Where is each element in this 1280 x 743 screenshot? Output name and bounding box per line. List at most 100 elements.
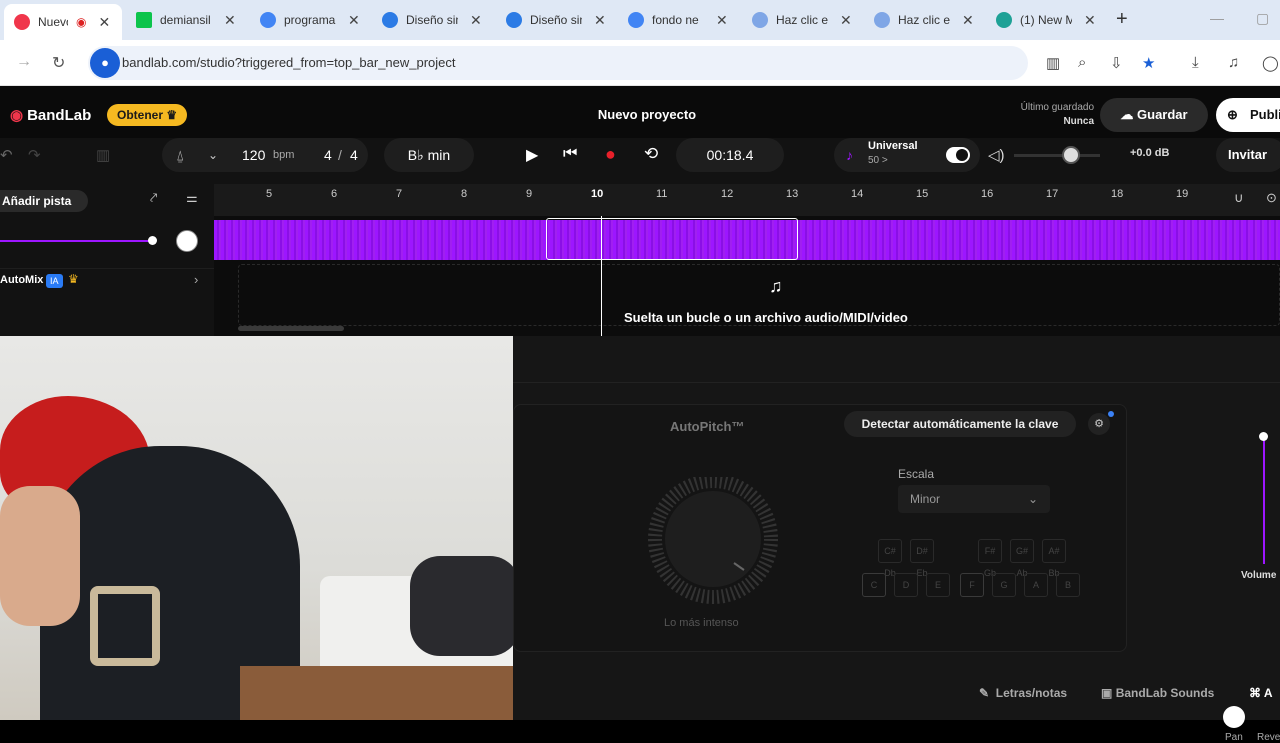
reading-mode-icon[interactable]: ▥ (1046, 54, 1060, 72)
track-volume-handle[interactable] (148, 236, 157, 245)
fx-volume-slider[interactable] (1263, 436, 1265, 564)
close-icon[interactable]: ✕ (224, 12, 236, 29)
master-volume-handle[interactable] (1062, 146, 1080, 164)
key-a[interactable]: A (1024, 573, 1048, 597)
preset-toggle[interactable] (946, 147, 970, 163)
tab-6[interactable]: Haz clic e ✕ (752, 6, 852, 34)
sounds-label: BandLab Sounds (1115, 686, 1215, 700)
ruler-bar: 12 (721, 188, 734, 200)
track-volume-slider[interactable] (0, 240, 152, 242)
install-icon[interactable]: ⇩ (1110, 54, 1123, 72)
letras-button[interactable]: ✎ Letras/notas (979, 686, 1067, 700)
play-icon[interactable]: ▶ (526, 145, 538, 165)
new-tab-icon[interactable]: + (1116, 8, 1128, 31)
maximize-icon[interactable]: ▢ (1256, 10, 1269, 27)
reload-icon[interactable]: ↻ (52, 53, 65, 73)
picsart-favicon-icon (996, 12, 1012, 28)
close-icon[interactable]: ✕ (98, 14, 110, 31)
invitar-button[interactable]: Invitar (1216, 138, 1280, 172)
intensity-knob[interactable] (638, 477, 788, 607)
automation-icon[interactable]: ⤤ (150, 190, 157, 206)
master-volume-slider[interactable] (1014, 154, 1100, 157)
undo-icon[interactable]: ↶ (0, 146, 13, 164)
anadir-pista-button[interactable]: Añadir pista (0, 190, 88, 212)
tab-2[interactable]: programa ✕ (260, 6, 360, 34)
publicar-button[interactable]: ⊕ Publi (1216, 98, 1280, 132)
selection-box[interactable] (546, 218, 798, 260)
bookmark-star-icon[interactable]: ★ (1142, 54, 1155, 72)
timeline-scrollbar[interactable] (238, 326, 344, 331)
tempo-value[interactable]: 120 (242, 138, 265, 172)
close-icon[interactable]: ✕ (716, 12, 728, 29)
divider (0, 268, 214, 269)
autopitch-card: AutoPitch™ Detectar automáticamente la c… (513, 404, 1127, 652)
guardar-button[interactable]: ☁ Guardar (1100, 98, 1208, 132)
key-a-sharp[interactable]: A# Bb (1042, 539, 1066, 578)
tab-1[interactable]: demiansil ✕ (136, 6, 236, 34)
key-c-sharp[interactable]: C# Db (878, 539, 902, 578)
skip-back-icon[interactable]: ⏮ (563, 145, 577, 163)
escala-dropdown[interactable]: Minor ⌄ (898, 485, 1050, 513)
profile-icon[interactable]: ◯ (1262, 54, 1279, 72)
automix-label[interactable]: AutoMix (0, 274, 43, 286)
magnet-icon[interactable]: ∪ (1234, 190, 1244, 206)
chevron-down-icon[interactable]: ⌄ (208, 138, 218, 172)
fx-volume-handle[interactable] (1259, 432, 1268, 441)
loop-icon[interactable]: ⟲ (644, 144, 658, 164)
key-f-sharp[interactable]: F# Gb (978, 539, 1002, 578)
close-icon[interactable]: ✕ (348, 12, 360, 29)
letras-label: Letras/notas (995, 686, 1068, 700)
record-icon[interactable]: ● (605, 144, 616, 165)
key-e[interactable]: E (926, 573, 950, 597)
track-pan-knob[interactable] (176, 230, 198, 252)
zoom-icon[interactable]: ⌕ (1078, 54, 1086, 71)
timeline-ruler[interactable]: Añadir pista ⤤ ⚌ 5 6 7 8 9 10 11 12 13 1… (0, 184, 1280, 216)
close-icon[interactable]: ✕ (470, 12, 482, 29)
command-button[interactable]: ⌘ A (1249, 686, 1273, 700)
cloud-upload-icon: ☁ (1120, 107, 1134, 122)
ruler-bar: 5 (266, 188, 273, 200)
metronome-icon[interactable]: ⍙ (176, 138, 184, 172)
settings-sliders-icon[interactable]: ⚌ (186, 190, 198, 206)
media-control-icon[interactable]: ♫ (1228, 54, 1239, 71)
tab-0[interactable]: Nuevo ◉ ✕ (4, 4, 122, 40)
minimize-icon[interactable]: — (1210, 10, 1224, 26)
key-d[interactable]: D (894, 573, 918, 597)
key-f[interactable]: F (960, 573, 984, 597)
chevron-right-icon[interactable]: › (194, 272, 198, 287)
microphone-icon[interactable]: ● (90, 48, 120, 78)
tab-5[interactable]: fondo ne ✕ (628, 6, 728, 34)
tab-3[interactable]: Diseño sin ✕ (382, 6, 482, 34)
tab-4[interactable]: Diseño sin ✕ (506, 6, 606, 34)
detect-key-button[interactable]: Detectar automáticamente la clave (844, 411, 1076, 437)
redo-icon[interactable]: ↷ (28, 146, 41, 164)
sliders-icon[interactable]: ⚙ (1088, 413, 1110, 435)
signature-numerator[interactable]: 4 (324, 138, 332, 172)
preset-selector[interactable]: ♪ Universal 50 > (834, 138, 980, 172)
key-g-sharp[interactable]: G# Ab (1010, 539, 1034, 578)
omnibox[interactable]: ● bandlab.com/studio?triggered_from=top_… (88, 46, 1028, 80)
download-icon[interactable]: ⤓ (1192, 54, 1199, 71)
key-b[interactable]: B (1056, 573, 1080, 597)
key-d-sharp[interactable]: D# Eb (910, 539, 934, 578)
hoodie-print (90, 586, 160, 666)
tab-7[interactable]: Haz clic e ✕ (874, 6, 974, 34)
forward-icon[interactable]: → (16, 53, 32, 71)
tools-icon[interactable]: ▥ (96, 146, 110, 164)
key-g[interactable]: G (992, 573, 1016, 597)
speaker-icon[interactable]: ◁) (988, 146, 1005, 164)
close-icon[interactable]: ✕ (594, 12, 606, 29)
close-icon[interactable]: ✕ (1084, 12, 1096, 29)
bandlab-sounds-button[interactable]: ▣ BandLab Sounds (1101, 686, 1214, 700)
tab-8[interactable]: (1) New M ✕ (996, 6, 1096, 34)
volume-label: Volume (1241, 570, 1277, 581)
key-button[interactable]: B♭ min (384, 138, 474, 172)
signature-denominator[interactable]: 4 (350, 138, 358, 172)
pan-knob[interactable] (1223, 706, 1245, 728)
key-c[interactable]: C (862, 573, 886, 597)
zoom-icon[interactable]: ⊙ (1266, 190, 1277, 206)
transport-bar: ↶ ↷ ▥ ⍙ ⌄ 120 bpm 4 / 4 B♭ min ▶ ⏮ ● ⟲ 0… (0, 138, 1280, 180)
close-icon[interactable]: ✕ (962, 12, 974, 29)
close-icon[interactable]: ✕ (840, 12, 852, 29)
playhead[interactable] (601, 216, 602, 338)
